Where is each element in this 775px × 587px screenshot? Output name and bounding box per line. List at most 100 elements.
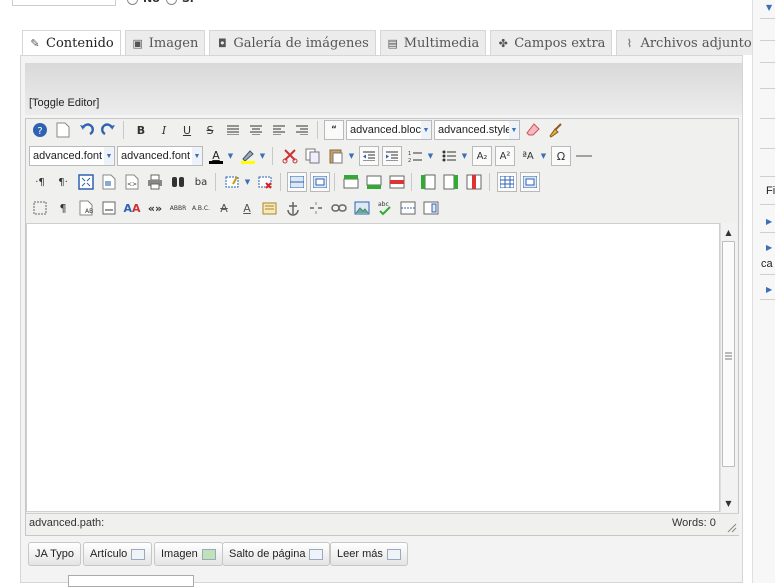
indent-icon[interactable] [382, 146, 402, 166]
new-document-icon[interactable] [53, 120, 73, 140]
delete-row-icon[interactable] [387, 172, 407, 192]
chevron-right-icon[interactable]: ▶ [766, 243, 772, 252]
insert-layer-icon[interactable] [222, 172, 242, 192]
visual-aid-icon[interactable] [30, 198, 50, 218]
insert-column-before-icon[interactable] [418, 172, 438, 192]
strikethrough-button[interactable]: S [200, 120, 220, 140]
insert-image-icon[interactable] [352, 198, 372, 218]
bottom-input-field[interactable] [68, 575, 194, 587]
insert-time-icon[interactable]: AB [76, 198, 96, 218]
search-icon[interactable] [168, 172, 188, 192]
link-icon[interactable] [329, 198, 349, 218]
rtl-icon[interactable]: ¶· [53, 172, 73, 192]
broom-icon[interactable] [546, 120, 566, 140]
align-right-icon[interactable] [292, 120, 312, 140]
help-icon[interactable]: ? [30, 120, 50, 140]
insert-column-after-icon[interactable] [441, 172, 461, 192]
leer-mas-button[interactable]: Leer más [330, 542, 408, 566]
spellcheck-icon[interactable]: abc [375, 198, 395, 218]
template-icon[interactable] [99, 172, 119, 192]
remove-layer-icon[interactable] [255, 172, 275, 192]
tab-galeria[interactable]: ◘ Galería de imágenes [209, 30, 376, 55]
outdent-icon[interactable] [359, 146, 379, 166]
attributes-icon[interactable] [260, 198, 280, 218]
tab-imagen[interactable]: ▣ Imagen [124, 30, 206, 55]
radio-si[interactable] [166, 0, 177, 5]
print-icon[interactable] [145, 172, 165, 192]
fullscreen-icon[interactable] [76, 172, 96, 192]
table-props-icon[interactable] [520, 172, 540, 192]
align-left-icon[interactable] [269, 120, 289, 140]
subscript-button[interactable]: A₂ [472, 146, 492, 166]
underline-button[interactable]: U [177, 120, 197, 140]
tab-contenido[interactable]: ✎ Contenido [22, 30, 121, 56]
chevron-right-icon[interactable]: ▶ [766, 285, 772, 294]
editor-content-area[interactable] [26, 223, 720, 512]
copy-icon[interactable] [303, 146, 323, 166]
bullet-list-icon[interactable] [439, 146, 459, 166]
visual-chars-icon[interactable]: ¶ [53, 198, 73, 218]
chevron-down-icon[interactable]: ▼ [766, 3, 772, 12]
chevron-down-icon[interactable]: ▼ [460, 146, 469, 166]
imagen-button[interactable]: Imagen [154, 542, 223, 566]
insert-row-after-icon[interactable] [364, 172, 384, 192]
chevron-down-icon[interactable]: ▼ [426, 146, 435, 166]
superscript-button[interactable]: A² [495, 146, 515, 166]
delete-column-icon[interactable] [464, 172, 484, 192]
tab-campos-extra[interactable]: ✤ Campos extra [490, 30, 613, 55]
font-family-select[interactable]: advanced.font ▼ [29, 146, 115, 166]
font-size-select[interactable]: advanced.font ▼ [117, 146, 203, 166]
character-map-icon[interactable]: ªA [518, 146, 538, 166]
text-color-icon[interactable]: A [206, 146, 226, 166]
chevron-down-icon[interactable]: ▼ [226, 146, 235, 166]
insert-text-icon[interactable]: A [237, 198, 257, 218]
unlink-icon[interactable] [306, 198, 326, 218]
table-row-after-icon[interactable] [310, 172, 330, 192]
tab-multimedia[interactable]: ▤ Multimedia [379, 30, 487, 55]
cut-icon[interactable] [280, 146, 300, 166]
radio-no[interactable] [127, 0, 138, 5]
align-justify-icon[interactable] [223, 120, 243, 140]
anchor-icon[interactable] [283, 198, 303, 218]
numbered-list-icon[interactable]: 12 [405, 146, 425, 166]
block-format-select[interactable]: advanced.bloc ▼ [346, 120, 432, 140]
toggle-editor-link[interactable]: [Toggle Editor] [29, 97, 99, 109]
source-code-icon[interactable]: <> [122, 172, 142, 192]
style-select[interactable]: advanced.style ▼ [434, 120, 520, 140]
ltr-icon[interactable]: ·¶ [30, 172, 50, 192]
styles-icon[interactable]: AA [122, 198, 142, 218]
scroll-up-icon[interactable]: ▲ [722, 226, 735, 238]
italic-button[interactable]: I [154, 120, 174, 140]
ja-typo-button[interactable]: JA Typo [28, 542, 81, 566]
scroll-down-icon[interactable]: ▼ [722, 497, 735, 509]
acronym-icon[interactable]: A.B.C. [191, 198, 211, 218]
top-input-field[interactable] [12, 0, 116, 6]
undo-icon[interactable] [76, 120, 96, 140]
non-breaking-icon[interactable] [99, 198, 119, 218]
chevron-right-icon[interactable]: ▶ [766, 217, 772, 226]
replace-icon[interactable]: ba [191, 172, 211, 192]
table-icon[interactable] [497, 172, 517, 192]
delete-text-icon[interactable]: A [214, 198, 234, 218]
horizontal-rule-icon[interactable] [574, 146, 594, 166]
articulo-button[interactable]: Artículo [83, 542, 153, 566]
chevron-down-icon[interactable]: ▼ [243, 172, 252, 192]
eraser-icon[interactable] [523, 120, 543, 140]
insert-field-icon[interactable] [421, 198, 441, 218]
chevron-down-icon[interactable]: ▼ [258, 146, 267, 166]
tab-archivos-adjuntos[interactable]: ⌇ Archivos adjuntos [616, 30, 766, 55]
align-center-icon[interactable] [246, 120, 266, 140]
blockquote-icon[interactable]: “ [324, 120, 344, 140]
redo-icon[interactable] [99, 120, 119, 140]
omega-icon[interactable]: Ω [551, 146, 571, 166]
resize-handle-icon[interactable] [727, 522, 737, 533]
chevron-down-icon[interactable]: ▼ [347, 146, 356, 166]
chevron-down-icon[interactable]: ▼ [539, 146, 548, 166]
salto-de-pagina-button[interactable]: Salto de página [222, 542, 331, 566]
insert-row-before-icon[interactable] [341, 172, 361, 192]
bold-button[interactable]: B [131, 120, 151, 140]
page-break-icon[interactable] [398, 198, 418, 218]
abbr-icon[interactable]: ABBR [168, 198, 188, 218]
highlight-color-icon[interactable] [238, 146, 258, 166]
table-row-before-icon[interactable] [287, 172, 307, 192]
